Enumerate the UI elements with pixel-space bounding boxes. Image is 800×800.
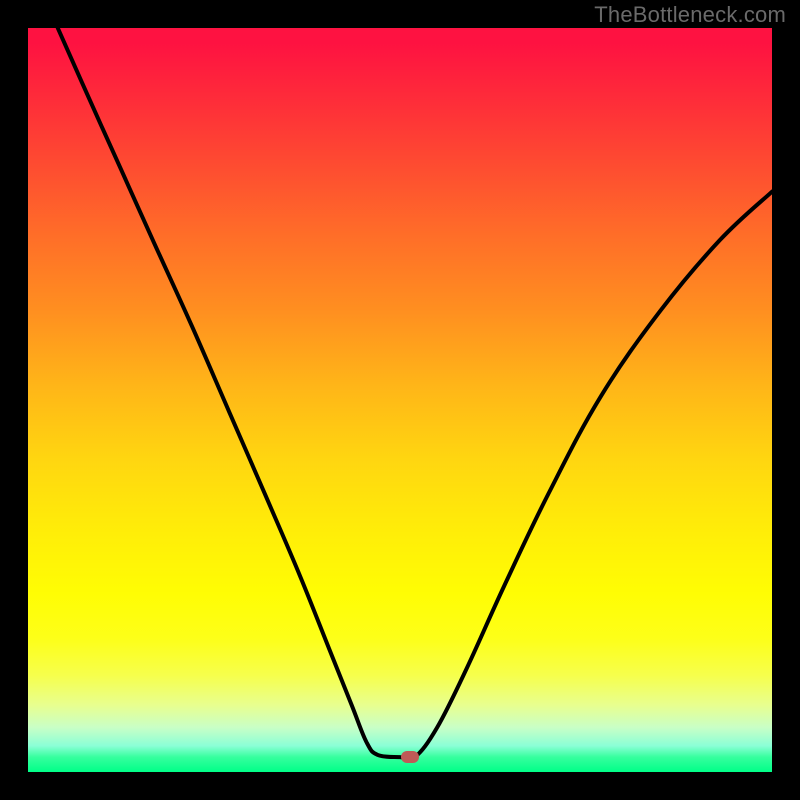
trough-marker bbox=[401, 751, 419, 763]
watermark-text: TheBottleneck.com bbox=[594, 2, 786, 28]
bottleneck-curve bbox=[58, 28, 772, 760]
chart-frame: TheBottleneck.com bbox=[0, 0, 800, 800]
plot-area bbox=[28, 28, 772, 772]
curve-layer bbox=[28, 28, 772, 772]
